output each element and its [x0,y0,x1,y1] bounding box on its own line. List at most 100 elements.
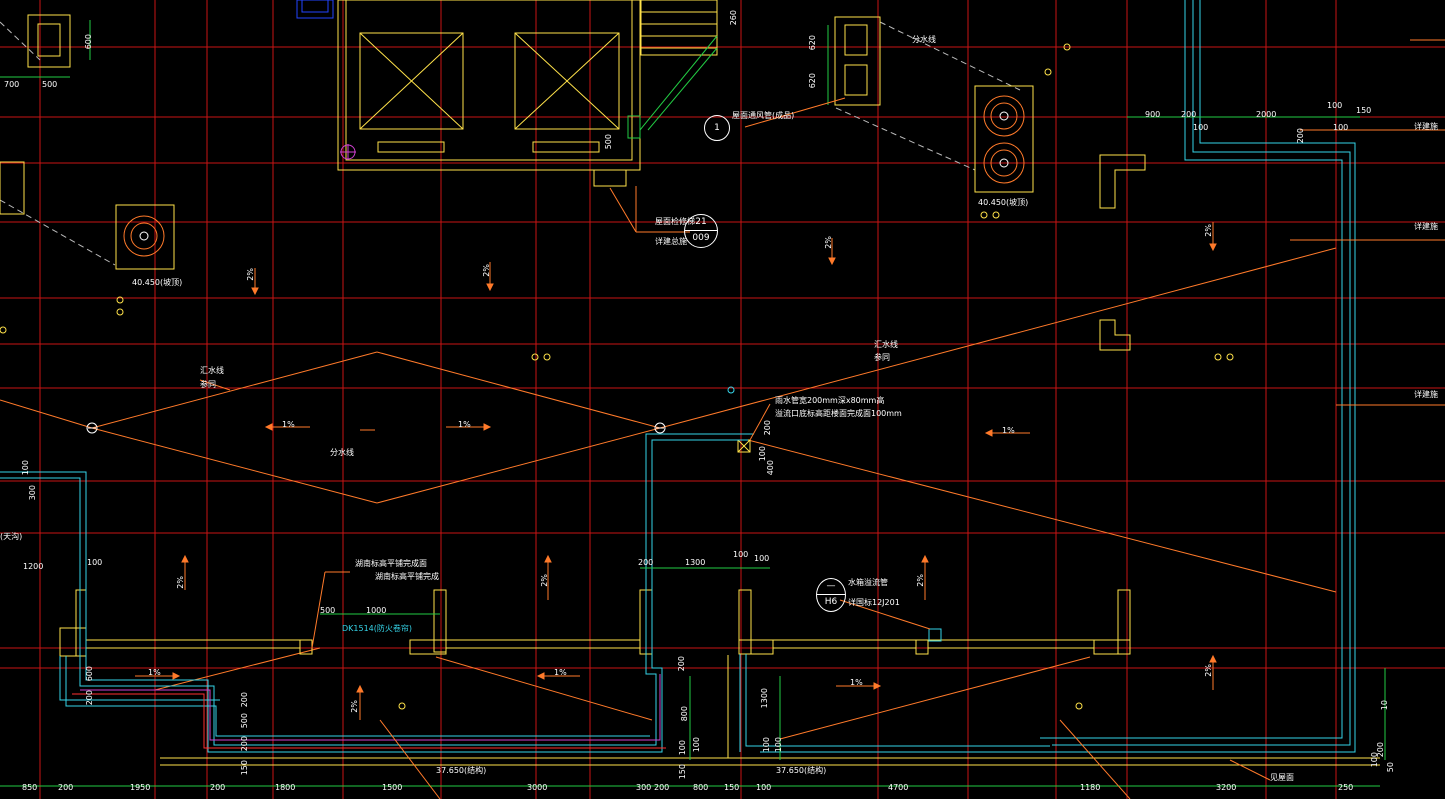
slope-lines [0,186,1337,740]
note-right-3: 详建施 [1414,390,1438,399]
dim-mid-right-2: 200 [638,558,654,567]
detail-bubble-21-bottom: 009 [692,233,710,243]
dim-left-mid-3: 1200 [23,562,44,571]
slope-label: 1% [1002,426,1015,435]
note-left: (天沟) [0,532,23,541]
dim-lower-9: 100 [692,737,701,753]
elev-right-fan: 40.450(坡顶) [978,198,1029,207]
dim-lower-6: 200 [677,656,686,672]
dim-left-mid-5: 200 [85,690,94,706]
dim-mid-right-0: 100 [733,550,749,559]
slope-label: 1% [148,668,161,677]
note-drain-line: 汇水线 [200,366,224,375]
note-right-2: 详建施 [1414,222,1438,231]
dim-bottom-15: 250 [1338,783,1354,792]
dim-right-top-6: 100 [1333,123,1349,132]
dim-bottom-5: 1500 [382,783,403,792]
note-rain-1: 雨水管宽200mm深x80mm高 [775,396,885,405]
dim-lower-8: 100 [678,740,687,756]
detail-bubble-h6: — H6 [816,578,846,612]
leader-lines [199,39,1445,799]
dim-right-top-1: 200 [1181,110,1197,119]
dim-mid-right-3: 100 [754,554,770,563]
dim-lower-7: 800 [680,706,689,722]
dim-stair-5: 400 [766,460,775,476]
dim-top-left-1: 500 [42,80,58,89]
dim-bottom-7: 300 [636,783,652,792]
slope-label: 2% [482,264,491,277]
dim-lower-16: 200 [1376,742,1385,758]
dim-lower-5: 1300 [760,688,769,709]
dim-bottom-11: 100 [756,783,772,792]
note-edge-1: 湖南标高平铺完成面 [355,559,427,568]
slope-label: 1% [458,420,471,429]
note-fenshui: 分水线 [912,35,936,44]
elev-bottom-mid: 37.650(结构) [776,766,827,775]
dim-stair-4: 200 [763,420,772,436]
dim-lower-14: 150 [240,760,249,776]
dim-lower-0: 500 [320,606,336,615]
dim-lower-17: 50 [1386,762,1395,773]
dimension-lines [0,20,1386,787]
dashed-lines [0,21,1021,266]
elev-left-fan: 40.450(坡顶) [132,278,183,287]
slope-label: 2% [176,576,185,589]
dim-bottom-8: 200 [654,783,670,792]
dim-right-top-0: 900 [1145,110,1161,119]
dim-lower-15: 150 [678,764,687,780]
slope-label: 2% [824,236,833,249]
note-dk: DK1514(防火卷帘) [342,624,413,633]
note-edge-2: 湖南标高平铺完成 [375,572,439,581]
dim-bottom-13: 1180 [1080,783,1101,792]
dim-bottom-14: 3200 [1216,783,1237,792]
dim-bottom-12: 4700 [888,783,909,792]
dim-stair-0: 260 [729,10,738,26]
dim-right-top-5: 100 [1193,123,1209,132]
accent-lines [72,0,718,749]
detail-bubble-1: 1 [704,115,730,141]
detail-bubble-h6-bottom: H6 [824,597,838,607]
dim-top-left-2: 600 [84,34,93,50]
dim-lower-12: 100 [774,737,783,753]
note-right-1: 详建施 [1414,122,1438,131]
note-water-ref: 详国标12J201 [848,598,900,607]
dim-lower-18: 10 [1380,700,1389,711]
dim-bottom-10: 150 [724,783,740,792]
dim-lower-3: 500 [240,713,249,729]
dim-bottom-9: 800 [693,783,709,792]
dim-mid-right-4: 200 [1296,128,1305,144]
dim-stair-2: 620 [808,73,817,89]
slope-label: 1% [554,668,567,677]
dim-left-mid-4: 600 [85,666,94,682]
slope-label: 1% [850,678,863,687]
note-roof-vent: 屋面通风管(成品) [732,111,795,120]
note-bottom-right: 见屋面 [1270,773,1294,782]
note-same-2: 参同 [874,353,890,362]
dim-left-mid-0: 100 [21,460,30,476]
dim-left-mid-1: 300 [28,485,37,501]
note-water: 水箱溢流管 [848,578,888,587]
note-divide: 分水线 [330,448,354,457]
note-see-detail: 详建总施 [655,237,687,246]
dim-bottom-6: 3000 [527,783,548,792]
slope-label: 1% [282,420,295,429]
elev-bottom-left: 37.650(结构) [436,766,487,775]
dim-right-top-3: 100 [1327,101,1343,110]
slope-label: 2% [246,268,255,281]
note-rain-2: 溢流口底标高距楼面完成面100mm [775,409,902,418]
slope-label: 2% [540,574,549,587]
slope-arrows [135,222,1217,720]
dim-stair-1: 620 [808,35,817,51]
slope-label: 2% [1204,224,1213,237]
dim-mid-right-1: 1300 [685,558,706,567]
dim-lower-11: 100 [762,737,771,753]
slope-label: 2% [1204,664,1213,677]
dim-stair-3: 500 [604,134,613,150]
dim-lower-4: 200 [240,736,249,752]
dim-bottom-4: 1800 [275,783,296,792]
slope-label: 2% [916,574,925,587]
dim-right-top-2: 2000 [1256,110,1277,119]
dim-lower-2: 200 [240,692,249,708]
dim-stair-6: 100 [758,446,767,462]
small-circles [0,43,1234,710]
